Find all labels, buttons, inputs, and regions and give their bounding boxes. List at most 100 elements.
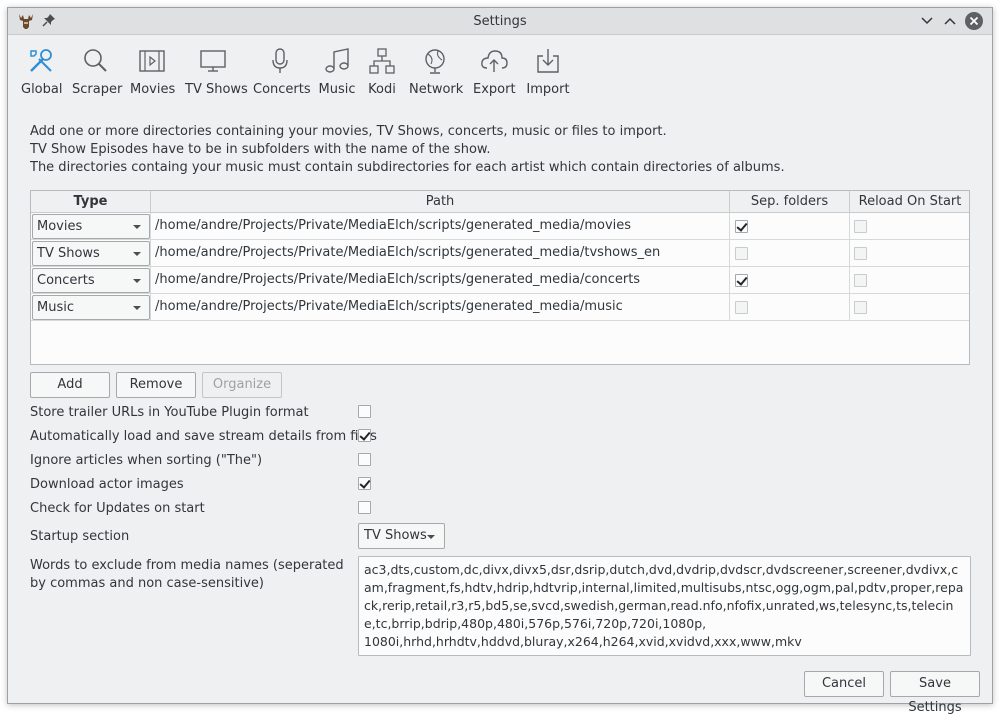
minimize-icon[interactable] — [919, 13, 935, 29]
reload-checkbox[interactable] — [854, 247, 867, 260]
type-cell: Concerts — [31, 267, 151, 294]
tab-scraper-label: Scraper — [72, 82, 123, 97]
tab-music[interactable]: Music — [317, 36, 357, 102]
music-note-icon — [325, 48, 349, 73]
startup-section-combo[interactable]: TV Shows — [358, 523, 445, 549]
type-combo-value: TV Shows — [37, 246, 100, 261]
cancel-button[interactable]: Cancel — [804, 671, 884, 697]
maximize-icon[interactable] — [942, 13, 958, 29]
chevron-down-icon — [133, 225, 141, 229]
type-combo[interactable]: TV Shows — [32, 241, 150, 266]
tab-scraper[interactable]: Scraper — [72, 36, 123, 102]
tab-import[interactable]: Import — [526, 36, 570, 102]
path-text: /home/andre/Projects/Private/MediaElch/s… — [155, 272, 641, 287]
sep-cell — [730, 294, 850, 321]
stream-details-label: Automatically load and save stream detai… — [30, 429, 377, 444]
exclude-words-textarea[interactable]: ac3,dts,custom,dc,divx,divx5,dsr,dsrip,d… — [358, 556, 971, 656]
search-icon — [84, 49, 107, 72]
table-row[interactable]: TV Shows /home/andre/Projects/Private/Me… — [31, 240, 969, 267]
reload-cell — [850, 267, 970, 294]
table-row[interactable]: Movies /home/andre/Projects/Private/Medi… — [31, 213, 969, 240]
ignore-articles-checkbox[interactable] — [358, 453, 371, 466]
tab-concerts-label: Concerts — [253, 82, 311, 97]
startup-section-label: Startup section — [30, 529, 130, 544]
table-header: Type Path Sep. folders Reload On Start — [31, 191, 969, 213]
settings-toolbar: Global Scraper Movies TV Shows Concerts … — [8, 36, 992, 102]
film-icon — [139, 50, 165, 72]
path-cell[interactable]: /home/andre/Projects/Private/MediaElch/s… — [151, 213, 730, 240]
type-combo[interactable]: Music — [32, 295, 150, 320]
type-combo-value: Movies — [37, 219, 83, 234]
header-type[interactable]: Type — [31, 191, 151, 213]
path-cell[interactable]: /home/andre/Projects/Private/MediaElch/s… — [151, 267, 730, 294]
check-updates-checkbox[interactable] — [358, 501, 371, 514]
sep-folders-checkbox[interactable] — [735, 301, 748, 314]
exclude-words-text: ac3,dts,custom,dc,divx,divx5,dsr,dsrip,d… — [364, 562, 964, 649]
organize-button[interactable]: Organize — [202, 372, 282, 398]
path-cell[interactable]: /home/andre/Projects/Private/MediaElch/s… — [151, 240, 730, 267]
chevron-down-icon — [133, 306, 141, 310]
trailer-format-label: Store trailer URLs in YouTube Plugin for… — [30, 405, 309, 420]
close-icon[interactable] — [964, 11, 984, 31]
header-path[interactable]: Path — [151, 191, 730, 213]
path-cell[interactable]: /home/andre/Projects/Private/MediaElch/s… — [151, 294, 730, 321]
tab-import-label: Import — [526, 82, 570, 97]
microphone-icon — [272, 48, 288, 73]
reload-checkbox[interactable] — [854, 301, 867, 314]
trailer-format-checkbox[interactable] — [358, 405, 371, 418]
type-combo[interactable]: Movies — [32, 214, 150, 239]
save-settings-button[interactable]: Save Settings — [890, 671, 980, 715]
window-title: Settings — [473, 14, 527, 29]
tab-network-label: Network — [409, 82, 464, 97]
table-row[interactable]: Music /home/andre/Projects/Private/Media… — [31, 294, 969, 321]
intro-line-3: The directories containg your music must… — [30, 160, 785, 175]
tab-movies[interactable]: Movies — [130, 36, 176, 102]
type-combo[interactable]: Concerts — [32, 268, 150, 293]
intro-text: Add one or more directories containing y… — [30, 123, 785, 177]
exclude-words-label: Words to exclude from media names (seper… — [30, 558, 344, 591]
stream-details-checkbox[interactable] — [358, 429, 371, 442]
intro-line-2: TV Show Episodes have to be in subfolder… — [30, 142, 491, 157]
type-cell: Movies — [31, 213, 151, 240]
settings-window: Settings Global Scraper Movies TV Shows … — [7, 7, 993, 715]
sep-cell — [730, 267, 850, 294]
path-text: /home/andre/Projects/Private/MediaElch/s… — [155, 245, 661, 260]
type-cell: Music — [31, 294, 151, 321]
type-combo-value: Music — [37, 300, 74, 315]
tab-export[interactable]: Export — [473, 36, 516, 102]
remove-button[interactable]: Remove — [116, 372, 196, 398]
type-combo-value: Concerts — [37, 273, 95, 288]
reload-cell — [850, 213, 970, 240]
tab-concerts[interactable]: Concerts — [253, 36, 311, 102]
tab-kodi[interactable]: Kodi — [366, 36, 398, 102]
directories-table[interactable]: Type Path Sep. folders Reload On Start M… — [30, 190, 970, 365]
reload-checkbox[interactable] — [854, 220, 867, 233]
chevron-down-icon — [427, 535, 435, 539]
add-button[interactable]: Add — [30, 372, 110, 398]
sep-folders-checkbox[interactable] — [735, 247, 748, 260]
sep-folders-checkbox[interactable] — [735, 274, 748, 287]
title-bar: Settings — [8, 8, 992, 35]
sep-cell — [730, 240, 850, 267]
tab-tv-shows[interactable]: TV Shows — [185, 36, 248, 102]
tab-music-label: Music — [318, 82, 356, 97]
tab-network[interactable]: Network — [409, 36, 464, 102]
tab-kodi-label: Kodi — [368, 82, 396, 97]
tab-global[interactable]: Global — [21, 36, 63, 102]
header-sep-folders[interactable]: Sep. folders — [730, 191, 850, 213]
startup-section-value: TV Shows — [364, 528, 427, 543]
header-reload-on-start[interactable]: Reload On Start — [850, 191, 970, 213]
tab-movies-label: Movies — [130, 82, 176, 97]
type-cell: TV Shows — [31, 240, 151, 267]
globe-icon — [425, 49, 445, 74]
path-text: /home/andre/Projects/Private/MediaElch/s… — [155, 218, 632, 233]
table-row[interactable]: Concerts /home/andre/Projects/Private/Me… — [31, 267, 969, 294]
actor-images-checkbox[interactable] — [358, 477, 371, 490]
reload-cell — [850, 294, 970, 321]
reload-checkbox[interactable] — [854, 274, 867, 287]
tab-global-label: Global — [21, 82, 63, 97]
ignore-articles-label: Ignore articles when sorting ("The") — [30, 453, 263, 468]
sep-folders-checkbox[interactable] — [735, 220, 748, 233]
reload-cell — [850, 240, 970, 267]
chevron-down-icon — [133, 279, 141, 283]
